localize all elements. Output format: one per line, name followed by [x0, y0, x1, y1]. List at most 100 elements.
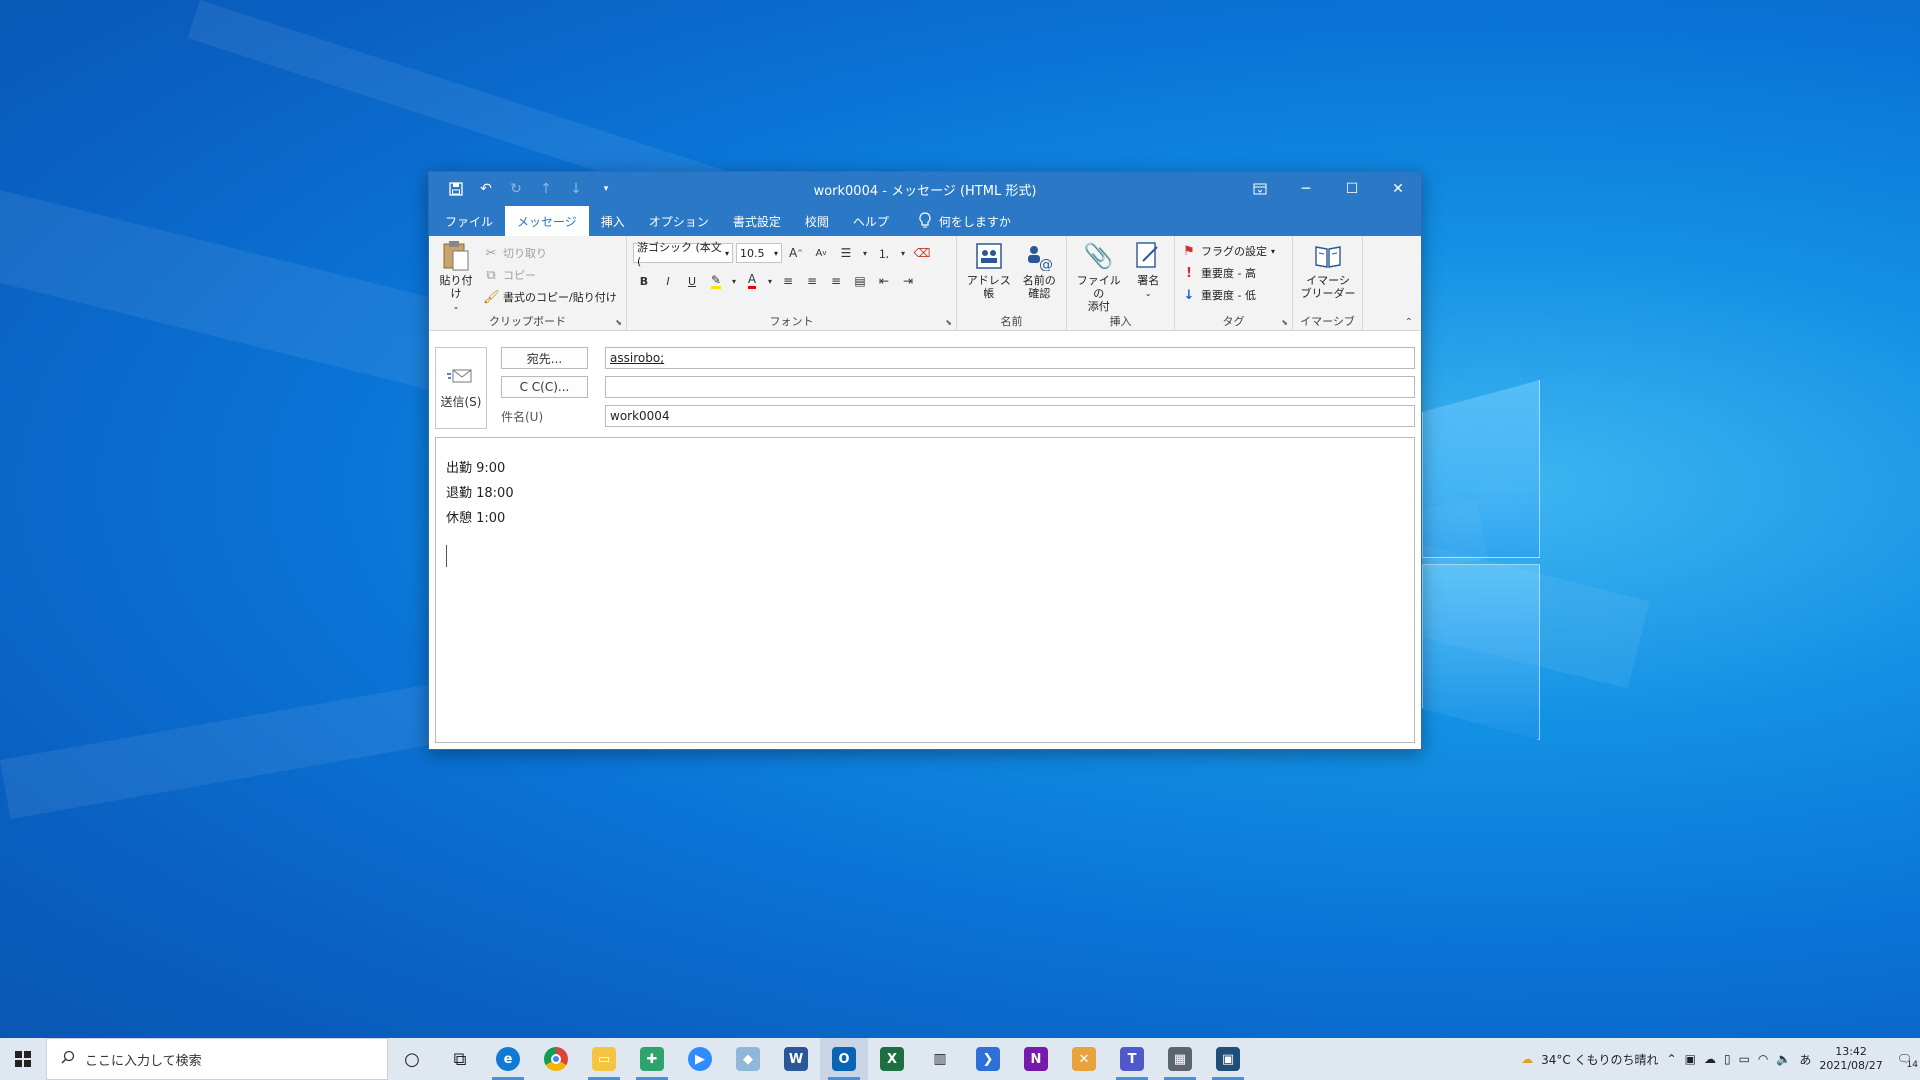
- collapse-ribbon-icon[interactable]: ⌃: [1405, 317, 1413, 328]
- dialog-launcher-icon[interactable]: ⬊: [615, 318, 622, 327]
- format-painter-button[interactable]: 🖌 書式のコピー/貼り付け: [483, 286, 617, 308]
- copy-button[interactable]: ⧉ コピー: [483, 264, 617, 286]
- format-painter-label: 書式のコピー/貼り付け: [503, 291, 617, 304]
- subject-field[interactable]: work0004: [605, 405, 1415, 427]
- chevron-down-icon[interactable]: ▾: [860, 242, 870, 264]
- check-names-button[interactable]: @ 名前の 確認: [1018, 240, 1060, 300]
- font-size-combo[interactable]: 10.5 ▾: [736, 243, 782, 263]
- close-icon[interactable]: ✕: [1375, 172, 1421, 206]
- down-icon[interactable]: ↓: [563, 176, 589, 202]
- tab-help[interactable]: ヘルプ: [841, 206, 901, 236]
- align-right-icon[interactable]: ≡: [825, 270, 847, 292]
- start-button[interactable]: [0, 1038, 46, 1080]
- tab-format-text[interactable]: 書式設定: [721, 206, 793, 236]
- app-icon[interactable]: ✚: [628, 1038, 676, 1080]
- ribbon-display-icon[interactable]: [1237, 172, 1283, 206]
- send-button[interactable]: 送信(S): [435, 347, 487, 429]
- excel-icon[interactable]: X: [868, 1038, 916, 1080]
- bold-button[interactable]: B: [633, 270, 655, 292]
- increase-indent-icon[interactable]: ⇥: [897, 270, 919, 292]
- chevron-down-icon[interactable]: ▾: [729, 270, 739, 292]
- body-line: 休憩 1:00: [446, 511, 506, 526]
- zoom-icon[interactable]: ▶: [676, 1038, 724, 1080]
- battery-icon[interactable]: ▭: [1739, 1052, 1750, 1066]
- grow-font-icon[interactable]: A ^: [785, 242, 807, 264]
- volume-icon[interactable]: 🔈: [1776, 1052, 1791, 1066]
- group-immersive: イマーシ ブリーダー イマーシブ: [1293, 236, 1363, 331]
- high-importance-button[interactable]: ! 重要度 - 高: [1181, 262, 1286, 284]
- wifi-icon[interactable]: ◠: [1758, 1052, 1768, 1066]
- dialog-launcher-icon[interactable]: ⬊: [1281, 318, 1288, 327]
- to-field[interactable]: assirobo;: [605, 347, 1415, 369]
- cut-button[interactable]: ✂ 切り取り: [483, 242, 617, 264]
- bullets-icon[interactable]: ☰: [835, 242, 857, 264]
- edge-icon[interactable]: e: [484, 1038, 532, 1080]
- shrink-font-icon[interactable]: Av: [810, 242, 832, 264]
- maximize-icon[interactable]: ☐: [1329, 172, 1375, 206]
- signature-button[interactable]: 署名 ⌄: [1128, 240, 1168, 313]
- cortana-icon[interactable]: ○: [388, 1038, 436, 1080]
- align-center-icon[interactable]: ≡: [801, 270, 823, 292]
- immersive-reader-button[interactable]: イマーシ ブリーダー: [1299, 240, 1357, 300]
- cc-button[interactable]: C C(C)...: [501, 376, 588, 398]
- taskbar-search[interactable]: ここに入力して検索: [46, 1038, 388, 1080]
- attach-file-button[interactable]: 📎 ファイルの 添付: [1073, 240, 1124, 314]
- tab-insert[interactable]: 挿入: [589, 206, 637, 236]
- undo-icon[interactable]: ↶: [473, 176, 499, 202]
- align-left-icon[interactable]: ≡: [777, 270, 799, 292]
- follow-up-button[interactable]: ⚑ フラグの設定 ▾: [1181, 240, 1286, 262]
- tell-me-box[interactable]: 何をしますか: [901, 206, 1011, 236]
- tab-file[interactable]: ファイル: [433, 206, 505, 236]
- remote-desktop-icon[interactable]: ▣: [1204, 1038, 1252, 1080]
- app-icon[interactable]: ◆: [724, 1038, 772, 1080]
- tab-options[interactable]: オプション: [637, 206, 721, 236]
- monitor-icon[interactable]: ▣: [1685, 1052, 1696, 1066]
- weather-text[interactable]: 34°C くもりのち晴れ: [1541, 1051, 1658, 1068]
- italic-button[interactable]: I: [657, 270, 679, 292]
- chevron-down-icon[interactable]: ▾: [898, 242, 908, 264]
- underline-button[interactable]: U: [681, 270, 703, 292]
- device-icon[interactable]: ▯: [1724, 1052, 1731, 1066]
- onedrive-icon[interactable]: ☁: [1704, 1052, 1716, 1066]
- numbering-icon[interactable]: ⒈: [873, 242, 895, 264]
- decrease-indent-icon[interactable]: ⇤: [873, 270, 895, 292]
- font-name-combo[interactable]: 游ゴシック (本文(▾: [633, 241, 733, 268]
- minimize-icon[interactable]: ─: [1283, 172, 1329, 206]
- notification-icon[interactable]: 🗨 14: [1891, 1052, 1918, 1070]
- weather-icon[interactable]: ☁: [1521, 1052, 1533, 1066]
- power-automate-icon[interactable]: ❯: [964, 1038, 1012, 1080]
- dialog-launcher-icon[interactable]: ⬊: [945, 318, 952, 327]
- justify-icon[interactable]: ▤: [849, 270, 871, 292]
- save-icon[interactable]: [443, 176, 469, 202]
- address-book-button[interactable]: アドレス帳: [963, 240, 1014, 300]
- paste-button[interactable]: 貼り付け ⌄: [435, 240, 477, 313]
- message-body[interactable]: 出勤 9:00 退勤 18:00 休憩 1:00: [435, 437, 1415, 743]
- ime-indicator[interactable]: あ: [1799, 1051, 1811, 1068]
- file-explorer-icon[interactable]: ▭: [580, 1038, 628, 1080]
- low-importance-button[interactable]: ↓ 重要度 - 低: [1181, 284, 1286, 306]
- redo-icon[interactable]: ↻: [503, 176, 529, 202]
- up-icon[interactable]: ↑: [533, 176, 559, 202]
- teams-icon[interactable]: T: [1108, 1038, 1156, 1080]
- cc-field[interactable]: [605, 376, 1415, 398]
- word-icon[interactable]: W: [772, 1038, 820, 1080]
- highlight-icon[interactable]: ✎: [705, 270, 727, 292]
- chevron-down-icon[interactable]: ▾: [765, 270, 775, 292]
- task-view-icon[interactable]: ⧉: [436, 1038, 484, 1080]
- customize-icon[interactable]: ▾: [593, 176, 619, 202]
- outlook-icon[interactable]: O: [820, 1038, 868, 1080]
- tab-review[interactable]: 校閲: [793, 206, 841, 236]
- font-color-icon[interactable]: A: [741, 270, 763, 292]
- group-label: フォント: [769, 315, 814, 328]
- chevron-up-icon[interactable]: ⌃: [1667, 1052, 1677, 1066]
- calculator-icon[interactable]: ▦: [1156, 1038, 1204, 1080]
- clock[interactable]: 13:42 2021/08/27: [1819, 1045, 1882, 1073]
- onenote-icon[interactable]: N: [1012, 1038, 1060, 1080]
- follow-up-label: フラグの設定: [1201, 245, 1267, 258]
- chrome-icon[interactable]: [532, 1038, 580, 1080]
- app-icon[interactable]: ✕: [1060, 1038, 1108, 1080]
- tab-message[interactable]: メッセージ: [505, 206, 589, 236]
- barcode-icon[interactable]: ▥: [916, 1038, 964, 1080]
- clear-formatting-icon[interactable]: ⌫: [911, 242, 933, 264]
- to-button[interactable]: 宛先...: [501, 347, 588, 369]
